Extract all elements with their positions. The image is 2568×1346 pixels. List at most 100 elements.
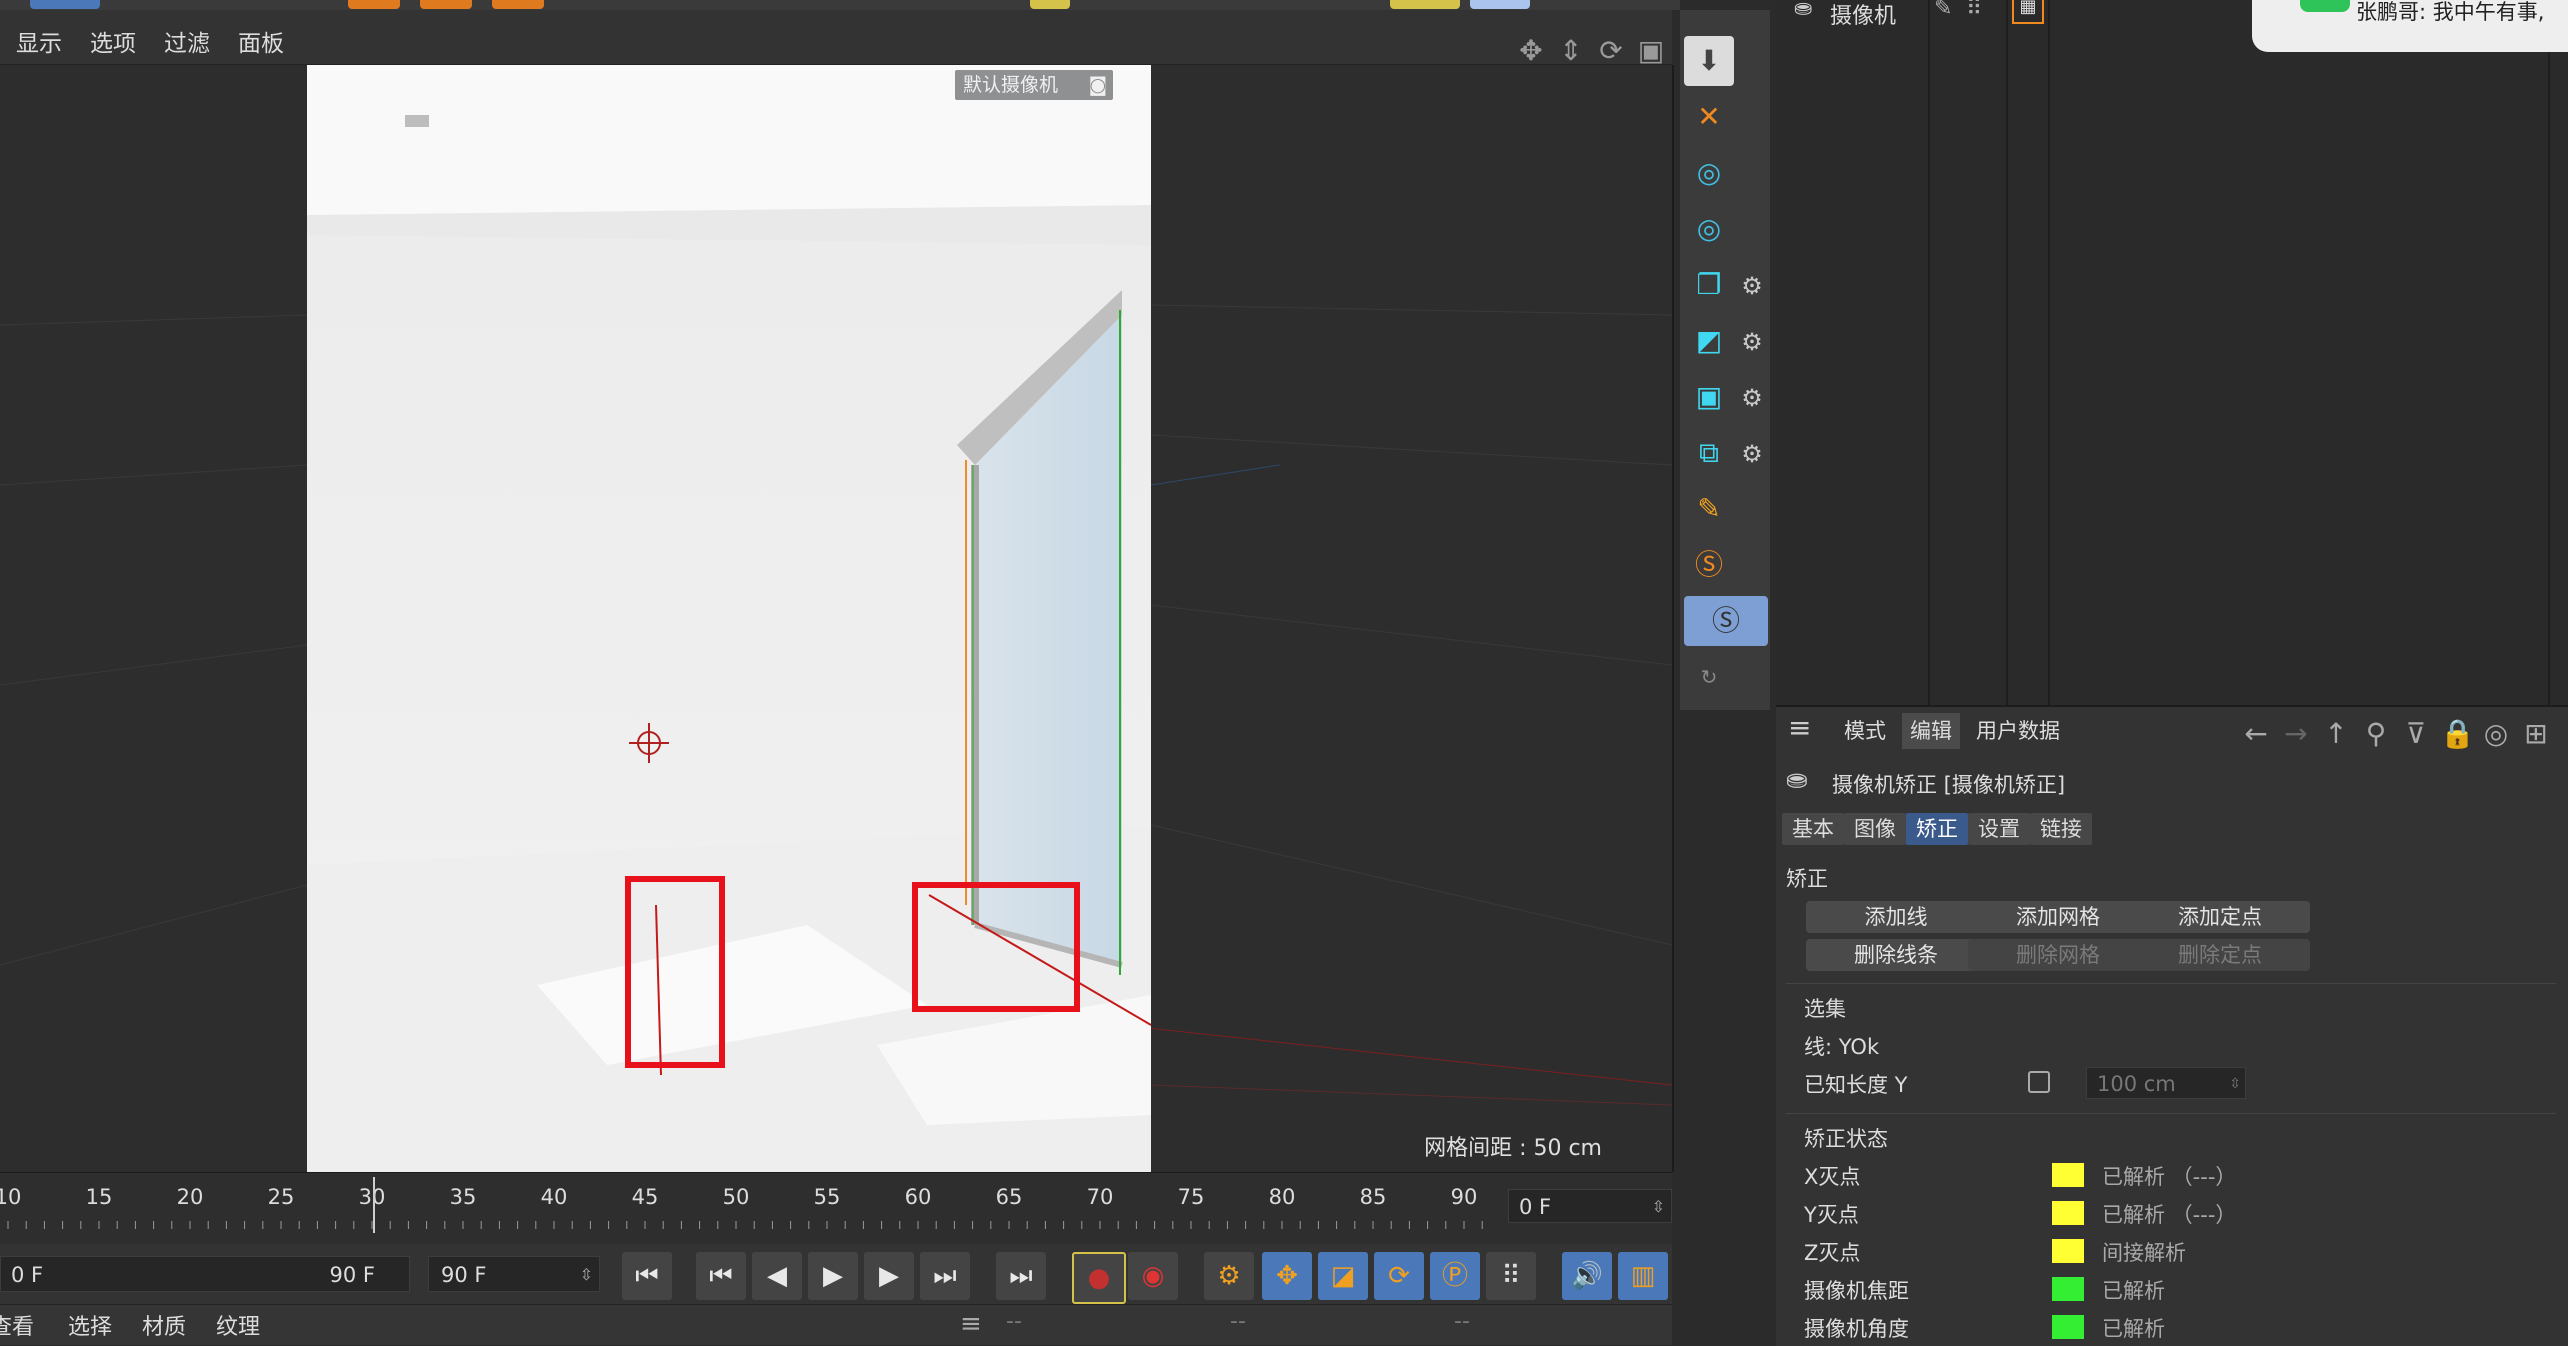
arrow-right-icon[interactable]: → <box>2280 717 2312 750</box>
subtab-correction[interactable]: 矫正 <box>1906 813 1968 845</box>
layer-subtract-icon[interactable]: ◩ <box>1684 316 1734 366</box>
correction-tag-icon[interactable]: ▦ <box>2012 0 2044 24</box>
toolbar-button[interactable] <box>1470 0 1530 9</box>
camera-background-image[interactable]: 默认摄像机 ◙ <box>307 65 1151 1172</box>
preview-range-slider[interactable]: 0 F 90 F <box>0 1256 410 1292</box>
stepper-icon[interactable]: ⇳ <box>580 1257 593 1293</box>
menu-filter[interactable]: 过滤 <box>164 24 210 58</box>
play-button[interactable]: ▶ <box>808 1252 858 1300</box>
paint-brush-icon[interactable]: ✎ <box>1684 484 1734 534</box>
filter-icon[interactable]: ⊽ <box>2400 717 2432 750</box>
arrow-left-icon[interactable]: ← <box>2240 717 2272 750</box>
maximize-view-icon[interactable]: ▣ <box>1636 36 1666 66</box>
hamburger-icon[interactable]: ≡ <box>1788 711 1811 744</box>
download-icon[interactable]: ⬇ <box>1684 36 1734 86</box>
gear-icon[interactable]: ⚙ <box>1740 330 1764 354</box>
toolbar-button[interactable] <box>1390 0 1460 9</box>
prev-frame-button[interactable]: ◀ <box>752 1252 802 1300</box>
lock-icon[interactable]: 🔒 <box>2440 717 2475 750</box>
toolbar-button[interactable] <box>420 0 472 9</box>
status-swatch <box>2052 1201 2084 1225</box>
grid-spacing-info: 网格间距 : 50 cm <box>1424 1136 1602 1161</box>
keyframe-settings-button[interactable]: ⚙ <box>1204 1252 1254 1300</box>
tab-user-data[interactable]: 用户数据 <box>1968 713 2068 749</box>
timeline-ruler[interactable]: 10 15 20 25 30 35 40 45 50 55 60 65 70 75 80 85 90 0 F ⇳ <box>0 1172 1672 1245</box>
subtab-image[interactable]: 图像 <box>1844 813 1906 845</box>
next-keyframe-button[interactable]: ⏭ <box>920 1252 970 1300</box>
subtab-basic[interactable]: 基本 <box>1782 813 1844 845</box>
selection-header: 选集 <box>1804 997 1846 1021</box>
gear-icon[interactable]: ⚙ <box>1740 386 1764 410</box>
max-frame-field[interactable]: 90 F ⇳ <box>428 1256 600 1292</box>
delete-point-button[interactable]: 删除定点 <box>2130 939 2310 971</box>
refresh-icon[interactable]: ↻ <box>1684 652 1734 702</box>
known-length-checkbox[interactable] <box>2028 1071 2050 1093</box>
key-rotation-button[interactable]: ⟳ <box>1374 1252 1424 1300</box>
stepper-icon[interactable]: ⇳ <box>2229 1068 2241 1100</box>
toolbar-button[interactable] <box>1030 0 1070 9</box>
key-scale-button[interactable]: ◪ <box>1318 1252 1368 1300</box>
hamburger-icon[interactable]: ≡ <box>960 1309 982 1339</box>
key-pla-button[interactable]: ⠿ <box>1486 1252 1536 1300</box>
layer-add-icon[interactable]: ❐ <box>1684 260 1734 310</box>
toolbar-button[interactable] <box>30 0 100 9</box>
add-point-button[interactable]: 添加定点 <box>2130 901 2310 933</box>
autokey-button[interactable]: ◉ <box>1128 1252 1178 1300</box>
object-name[interactable]: 摄像机 <box>1830 0 1896 30</box>
subtab-link[interactable]: 链接 <box>2030 813 2092 845</box>
target-icon[interactable]: ◎ <box>2480 717 2512 750</box>
search-icon[interactable]: ⚲ <box>2360 717 2392 750</box>
rotate-view-icon[interactable]: ⟳ <box>1596 36 1626 66</box>
menu-material[interactable]: 材质 <box>142 1309 186 1341</box>
object-manager[interactable]: ⛂ 摄像机 ✎ ⠿ ▦ <box>1776 0 2568 705</box>
known-length-input[interactable]: 100 cm ⇳ <box>2086 1067 2246 1099</box>
tab-mode[interactable]: 模式 <box>1836 713 1894 749</box>
stereo-camera-icon-2[interactable]: ◎ <box>1684 204 1734 254</box>
gear-icon[interactable]: ⚙ <box>1740 442 1764 466</box>
add-grid-button[interactable]: 添加网格 <box>1968 901 2148 933</box>
layer-intersect-icon[interactable]: ▣ <box>1684 372 1734 422</box>
key-position-button[interactable]: ✥ <box>1262 1252 1312 1300</box>
chat-notification[interactable]: 张鹏哥: 我中午有事, <box>2252 0 2568 52</box>
next-frame-button[interactable]: ▶ <box>864 1252 914 1300</box>
s-plugin-icon[interactable]: Ⓢ <box>1684 540 1734 590</box>
room-photo <box>307 65 1151 1172</box>
prev-keyframe-button[interactable]: ⏮ <box>696 1252 746 1300</box>
stereo-camera-icon[interactable]: ◎ <box>1684 148 1734 198</box>
menu-options[interactable]: 选项 <box>90 24 136 58</box>
key-parameter-button[interactable]: Ⓟ <box>1430 1252 1480 1300</box>
menu-display[interactable]: 显示 <box>16 24 62 58</box>
delete-line-button[interactable]: 删除线条 <box>1806 939 1986 971</box>
current-frame-field[interactable]: 0 F ⇳ <box>1508 1189 1672 1223</box>
subtab-settings[interactable]: 设置 <box>1968 813 2030 845</box>
menu-view[interactable]: 查看 <box>0 1309 34 1341</box>
zoom-view-icon[interactable]: ⇕ <box>1556 36 1586 66</box>
move-view-icon[interactable]: ✥ <box>1516 36 1546 66</box>
goto-end-button[interactable]: ⏭ <box>996 1252 1046 1300</box>
arrow-up-icon[interactable]: ↑ <box>2320 717 2352 750</box>
new-panel-icon[interactable]: ⊞ <box>2520 717 2552 750</box>
camera-tools-palette: ⬇ ✕ ◎ ◎ ❐ ⚙ ◩ ⚙ ▣ ⚙ ⧉ ⚙ ✎ Ⓢ Ⓢ ↻ <box>1680 10 1770 710</box>
goto-start-button[interactable]: ⏮ <box>622 1252 672 1300</box>
toolbar-button[interactable] <box>348 0 400 9</box>
record-toggle-button[interactable]: ● <box>1072 1252 1126 1304</box>
status-swatch <box>2052 1277 2084 1301</box>
menu-texture[interactable]: 纹理 <box>216 1309 260 1341</box>
delete-grid-button[interactable]: 删除网格 <box>1968 939 2148 971</box>
gear-icon[interactable]: ⚙ <box>1740 274 1764 298</box>
column-divider <box>2548 0 2550 705</box>
add-line-button[interactable]: 添加线 <box>1806 901 1986 933</box>
3d-viewport[interactable]: 默认摄像机 ◙ 网格间距 : 50 cm <box>0 65 1674 1172</box>
film-button[interactable]: ▥ <box>1618 1252 1668 1300</box>
tab-edit[interactable]: 编辑 <box>1902 713 1960 749</box>
toolbar-button[interactable] <box>492 0 544 9</box>
collapse-icon[interactable]: ✕ <box>1684 92 1734 142</box>
s-plugin-icon-active[interactable]: Ⓢ <box>1684 596 1768 646</box>
menu-select[interactable]: 选择 <box>68 1309 112 1341</box>
edit-tag-icon[interactable]: ✎ <box>1934 0 1952 21</box>
sound-button[interactable]: 🔊 <box>1562 1252 1612 1300</box>
layer-copy-icon[interactable]: ⧉ <box>1684 428 1734 478</box>
menu-panel[interactable]: 面板 <box>238 24 284 58</box>
dots-tag-icon[interactable]: ⠿ <box>1966 0 1982 21</box>
stepper-icon[interactable]: ⇳ <box>1652 1190 1665 1224</box>
